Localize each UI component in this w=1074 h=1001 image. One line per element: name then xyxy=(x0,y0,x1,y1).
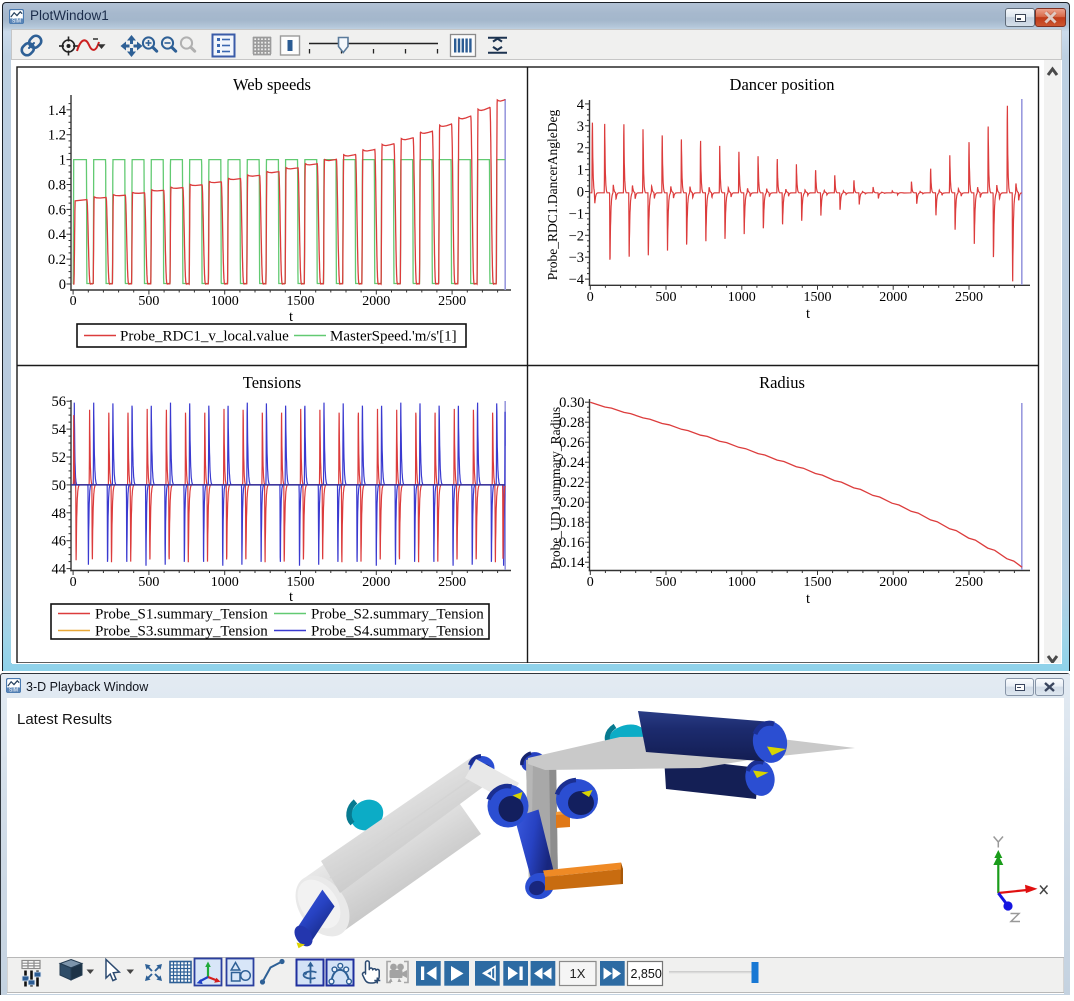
svg-text:0.4: 0.4 xyxy=(48,227,67,243)
svg-text:54: 54 xyxy=(52,422,67,438)
svg-text:1X: 1X xyxy=(570,966,586,981)
svg-text:3: 3 xyxy=(577,119,584,135)
svg-text:2,850: 2,850 xyxy=(631,967,662,981)
svg-text:500: 500 xyxy=(656,575,677,590)
svg-text:0.8: 0.8 xyxy=(48,178,66,194)
svg-text:44: 44 xyxy=(52,562,67,578)
svg-text:−1: −1 xyxy=(569,206,584,222)
svg-text:t: t xyxy=(289,589,293,605)
svg-text:−2: −2 xyxy=(569,228,584,244)
svg-text:0: 0 xyxy=(70,294,77,309)
svg-text:2500: 2500 xyxy=(955,290,983,305)
svg-text:56: 56 xyxy=(52,394,67,410)
svg-text:1500: 1500 xyxy=(287,294,315,309)
svg-text:1000: 1000 xyxy=(211,575,239,590)
svg-text:Web speeds: Web speeds xyxy=(233,75,311,94)
svg-text:1500: 1500 xyxy=(804,575,832,590)
svg-text:4: 4 xyxy=(577,97,585,113)
svg-text:Probe_UD1.summary_Radius: Probe_UD1.summary_Radius xyxy=(548,407,563,569)
svg-text:0: 0 xyxy=(577,185,584,201)
svg-text:Tensions: Tensions xyxy=(243,373,301,392)
svg-text:t: t xyxy=(806,591,810,607)
svg-text:2500: 2500 xyxy=(438,294,466,309)
svg-text:Probe_RDC1.DancerAngleDeg: Probe_RDC1.DancerAngleDeg xyxy=(545,109,560,280)
svg-text:500: 500 xyxy=(138,575,159,590)
svg-text:SIM: SIM xyxy=(9,688,18,693)
svg-text:500: 500 xyxy=(138,294,159,309)
svg-text:52: 52 xyxy=(52,450,67,466)
svg-text:−3: −3 xyxy=(569,250,584,266)
svg-text:1.4: 1.4 xyxy=(48,103,67,119)
svg-text:2000: 2000 xyxy=(362,294,390,309)
svg-text:0.24: 0.24 xyxy=(559,455,585,471)
svg-text:0: 0 xyxy=(70,575,77,590)
svg-text:2500: 2500 xyxy=(955,575,983,590)
svg-text:1500: 1500 xyxy=(804,290,832,305)
svg-text:0: 0 xyxy=(587,290,594,305)
svg-text:0.6: 0.6 xyxy=(48,202,66,218)
svg-text:Probe_S3.summary_Tension: Probe_S3.summary_Tension xyxy=(95,624,268,640)
svg-text:−4: −4 xyxy=(569,272,585,288)
svg-text:Probe_RDC1_v_local.value: Probe_RDC1_v_local.value xyxy=(120,329,289,345)
svg-text:0.2: 0.2 xyxy=(48,252,66,268)
svg-text:SIM: SIM xyxy=(12,19,21,24)
svg-text:46: 46 xyxy=(52,534,67,550)
svg-text:0.14: 0.14 xyxy=(559,555,585,571)
svg-text:Probe_S2.summary_Tension: Probe_S2.summary_Tension xyxy=(311,607,484,623)
svg-text:1: 1 xyxy=(577,163,584,179)
svg-text:2: 2 xyxy=(577,141,584,157)
svg-text:Radius: Radius xyxy=(759,373,805,392)
svg-text:t: t xyxy=(289,309,293,325)
svg-text:1: 1 xyxy=(59,153,66,169)
svg-text:2000: 2000 xyxy=(879,290,907,305)
svg-text:1.2: 1.2 xyxy=(48,128,66,144)
svg-text:2000: 2000 xyxy=(362,575,390,590)
svg-text:Probe_S4.summary_Tension: Probe_S4.summary_Tension xyxy=(311,624,484,640)
svg-text:t: t xyxy=(806,306,810,322)
svg-text:500: 500 xyxy=(656,290,677,305)
svg-text:MasterSpeed.'m/s'[1]: MasterSpeed.'m/s'[1] xyxy=(330,329,457,345)
svg-text:1000: 1000 xyxy=(211,294,239,309)
svg-text:Probe_S1.summary_Tension: Probe_S1.summary_Tension xyxy=(95,607,268,623)
svg-text:1000: 1000 xyxy=(728,290,756,305)
svg-text:50: 50 xyxy=(52,478,67,494)
svg-text:2000: 2000 xyxy=(879,575,907,590)
svg-text:1000: 1000 xyxy=(728,575,756,590)
svg-text:0: 0 xyxy=(587,575,594,590)
svg-text:48: 48 xyxy=(52,506,67,522)
svg-text:0: 0 xyxy=(59,277,66,293)
svg-text:Dancer position: Dancer position xyxy=(730,75,835,94)
svg-text:1500: 1500 xyxy=(287,575,315,590)
svg-text:2500: 2500 xyxy=(438,575,466,590)
